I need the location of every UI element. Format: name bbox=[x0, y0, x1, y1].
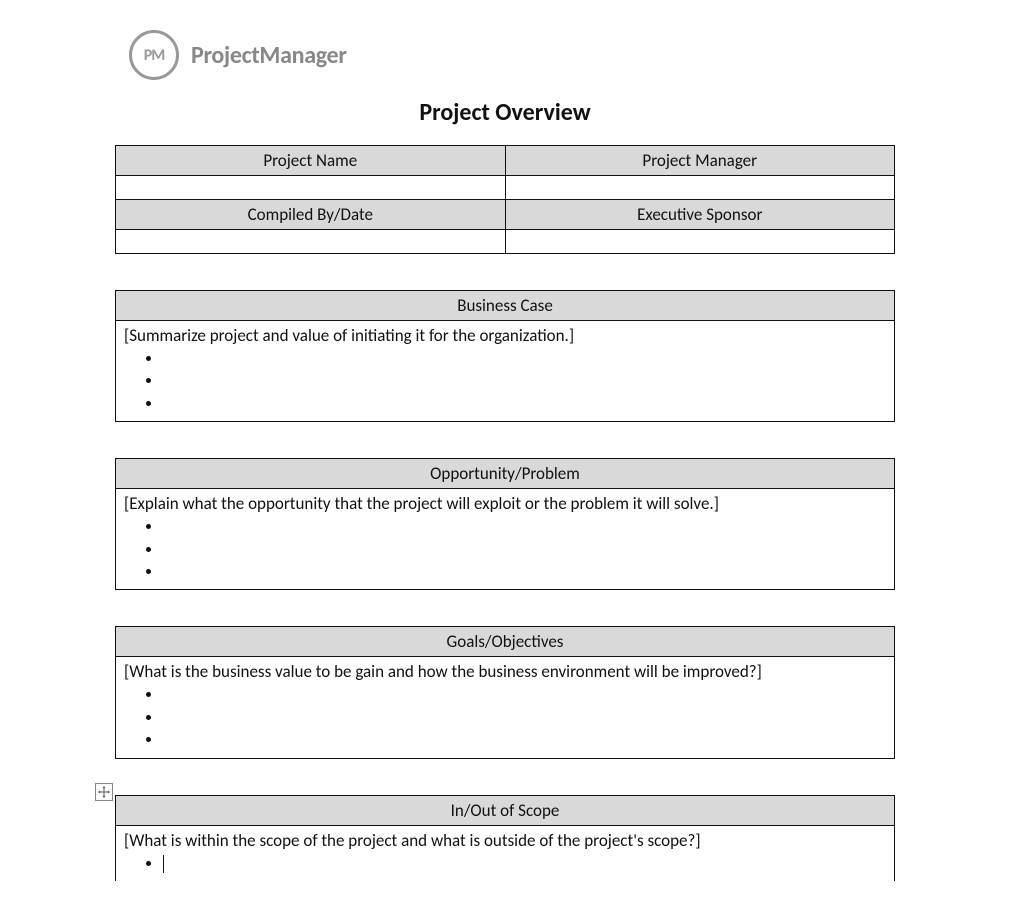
move-table-icon[interactable] bbox=[95, 783, 113, 801]
cell-compiled-by[interactable] bbox=[116, 230, 506, 254]
bullet-list bbox=[162, 348, 886, 415]
section-heading: Opportunity/Problem bbox=[116, 459, 895, 489]
bullet-list bbox=[162, 853, 886, 875]
list-item[interactable] bbox=[162, 729, 886, 751]
section-placeholder: [What is the business value to be gain a… bbox=[124, 661, 762, 682]
brand-logo: PM ProjectManager bbox=[129, 30, 895, 80]
logo-abbr: PM bbox=[144, 46, 165, 65]
page-title: Project Overview bbox=[115, 98, 895, 127]
list-item[interactable] bbox=[162, 561, 886, 583]
cell-exec-sponsor[interactable] bbox=[505, 230, 895, 254]
list-item[interactable] bbox=[162, 853, 886, 875]
bullet-list bbox=[162, 516, 886, 583]
section-heading: Goals/Objectives bbox=[116, 627, 895, 657]
cell-project-name[interactable] bbox=[116, 176, 506, 200]
list-item[interactable] bbox=[162, 707, 886, 729]
logo-badge-icon: PM bbox=[129, 30, 179, 80]
section-body[interactable]: [What is the business value to be gain a… bbox=[116, 657, 895, 758]
logo-text: ProjectManager bbox=[191, 41, 347, 70]
section-opportunity: Opportunity/Problem [Explain what the op… bbox=[115, 458, 895, 590]
bullet-list bbox=[162, 684, 886, 751]
section-body[interactable]: [Explain what the opportunity that the p… bbox=[116, 489, 895, 590]
list-item[interactable] bbox=[162, 516, 886, 538]
cell-project-manager[interactable] bbox=[505, 176, 895, 200]
section-heading: In/Out of Scope bbox=[116, 795, 895, 825]
section-body[interactable]: [What is within the scope of the project… bbox=[116, 825, 895, 881]
section-heading: Business Case bbox=[116, 291, 895, 321]
header-project-name: Project Name bbox=[116, 146, 506, 176]
section-placeholder: [Summarize project and value of initiati… bbox=[124, 325, 574, 346]
header-exec-sponsor: Executive Sponsor bbox=[505, 200, 895, 230]
list-item[interactable] bbox=[162, 684, 886, 706]
list-item[interactable] bbox=[162, 393, 886, 415]
text-cursor-icon bbox=[163, 855, 164, 873]
section-scope: In/Out of Scope [What is within the scop… bbox=[115, 795, 895, 881]
header-project-manager: Project Manager bbox=[505, 146, 895, 176]
section-business-case: Business Case [Summarize project and val… bbox=[115, 290, 895, 422]
section-placeholder: [Explain what the opportunity that the p… bbox=[124, 493, 719, 514]
section-placeholder: [What is within the scope of the project… bbox=[124, 830, 701, 851]
meta-table: Project Name Project Manager Compiled By… bbox=[115, 145, 895, 254]
section-goals: Goals/Objectives [What is the business v… bbox=[115, 626, 895, 758]
section-body[interactable]: [Summarize project and value of initiati… bbox=[116, 321, 895, 422]
list-item[interactable] bbox=[162, 539, 886, 561]
header-compiled-by: Compiled By/Date bbox=[116, 200, 506, 230]
list-item[interactable] bbox=[162, 348, 886, 370]
list-item[interactable] bbox=[162, 370, 886, 392]
